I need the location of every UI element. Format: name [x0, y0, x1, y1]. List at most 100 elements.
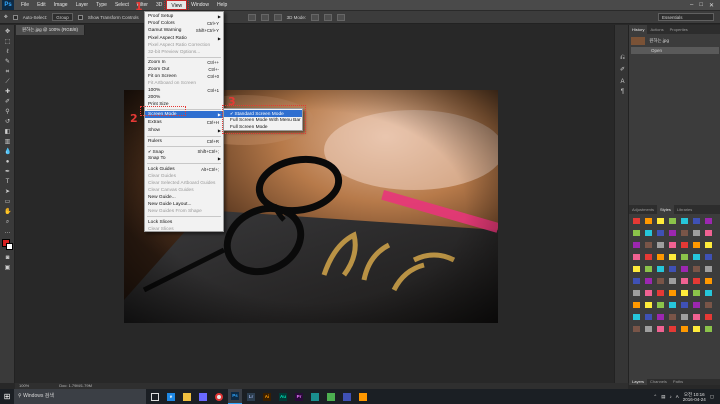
workspace-dropdown[interactable]: Essentials [658, 13, 714, 21]
style-swatch[interactable] [633, 326, 640, 332]
style-swatch[interactable] [657, 290, 664, 296]
view-menu-item-show[interactable]: Show ▶ [145, 127, 223, 134]
distribute-icon[interactable] [247, 13, 256, 21]
view-menu-item-fit-on-screen[interactable]: Fit on Screen Ctrl+0 [145, 73, 223, 80]
style-swatch[interactable] [657, 278, 664, 284]
view-menu-item-200[interactable]: 200% [145, 94, 223, 101]
view-menu-item-lock-slices[interactable]: Lock Slices [145, 219, 223, 226]
screen-mode-icon[interactable]: ▣ [4, 265, 11, 272]
illustrator-icon[interactable]: Ai [260, 389, 274, 404]
style-swatch[interactable] [633, 230, 640, 236]
view-menu-item-rulers[interactable]: Rulers Ctrl+R [145, 138, 223, 145]
menu-file[interactable]: File [17, 0, 33, 10]
tray-chevron-icon[interactable]: ⌃ [653, 394, 657, 400]
healing-brush-icon[interactable]: ✚ [4, 89, 11, 96]
style-swatch[interactable] [669, 242, 676, 248]
view-menu-item-lock-guides[interactable]: Lock Guides Alt+Ctrl+; [145, 166, 223, 173]
style-swatch[interactable] [681, 242, 688, 248]
style-swatch[interactable] [645, 242, 652, 248]
style-swatch[interactable] [657, 314, 664, 320]
style-swatch[interactable] [669, 290, 676, 296]
app-icon-green[interactable] [324, 389, 338, 404]
eyedropper-tool-icon[interactable]: ⟋ [4, 79, 11, 86]
style-swatch[interactable] [633, 254, 640, 260]
style-swatch[interactable] [633, 278, 640, 284]
audition-icon[interactable]: Au [276, 389, 290, 404]
taskbar-search-box[interactable]: ⚲ Windows 검색 [14, 389, 146, 404]
view-menu-item-extras[interactable]: Extras Ctrl+H [145, 119, 223, 126]
style-swatch[interactable] [681, 230, 688, 236]
style-swatch[interactable] [693, 314, 700, 320]
style-swatch[interactable] [669, 302, 676, 308]
menu-select[interactable]: Select [111, 0, 133, 10]
lasso-tool-icon[interactable]: ℓ [4, 49, 11, 56]
style-swatch[interactable] [681, 290, 688, 296]
style-swatch[interactable] [681, 266, 688, 272]
style-swatch[interactable] [669, 254, 676, 260]
close-button[interactable]: ✕ [709, 2, 714, 9]
tab-history[interactable]: History [629, 25, 648, 34]
menu-view[interactable]: View [164, 0, 190, 12]
style-swatch[interactable] [645, 326, 652, 332]
view-menu-item-100[interactable]: 100% Ctrl+1 [145, 87, 223, 94]
style-swatch[interactable] [693, 218, 700, 224]
view-menu-item-zoom-in[interactable]: Zoom In Ctrl++ [145, 59, 223, 66]
style-swatch[interactable] [693, 266, 700, 272]
blur-tool-icon[interactable]: 💧 [4, 149, 11, 156]
ime-icon[interactable]: A [676, 394, 679, 399]
style-swatch[interactable] [657, 242, 664, 248]
style-swatch[interactable] [633, 242, 640, 248]
view-menu-item-zoom-out[interactable]: Zoom Out Ctrl+- [145, 66, 223, 73]
clone-stamp-icon[interactable]: ⚲ [4, 109, 11, 116]
tab-styles[interactable]: Styles [657, 205, 674, 214]
style-swatch[interactable] [633, 302, 640, 308]
style-swatch[interactable] [669, 314, 676, 320]
style-swatch[interactable] [693, 278, 700, 284]
minimize-button[interactable]: – [690, 2, 693, 9]
brush-tool-icon[interactable]: ✐ [4, 99, 11, 106]
style-swatch[interactable] [645, 254, 652, 260]
3d-orbit-icon[interactable] [311, 13, 320, 21]
dodge-tool-icon[interactable]: ● [4, 159, 11, 166]
volume-icon[interactable]: ♪ [669, 394, 671, 399]
menu-layer[interactable]: Layer [72, 0, 93, 10]
tab-properties[interactable]: Properties [667, 25, 691, 34]
style-swatch[interactable] [669, 278, 676, 284]
style-swatch[interactable] [657, 230, 664, 236]
file-explorer-icon[interactable] [180, 389, 194, 404]
style-swatch[interactable] [657, 326, 664, 332]
view-menu-item-proof-setup[interactable]: Proof Setup ▶ [145, 13, 223, 20]
view-menu-item-pixel-aspect-ratio[interactable]: Pixel Aspect Ratio ▶ [145, 35, 223, 42]
style-swatch[interactable] [657, 254, 664, 260]
chrome-icon[interactable] [212, 389, 226, 404]
style-swatch[interactable] [681, 302, 688, 308]
eraser-tool-icon[interactable]: ◧ [4, 129, 11, 136]
tab-libraries[interactable]: Libraries [674, 205, 695, 214]
style-swatch[interactable] [705, 278, 712, 284]
style-swatch[interactable] [669, 326, 676, 332]
tab-paths[interactable]: Paths [670, 379, 686, 385]
style-swatch[interactable] [645, 314, 652, 320]
style-swatch[interactable] [681, 314, 688, 320]
premiere-icon[interactable]: Pr [292, 389, 306, 404]
distribute-center-icon[interactable] [260, 13, 269, 21]
maximize-button[interactable]: □ [699, 2, 703, 9]
paragraph-panel-icon[interactable]: ¶ [619, 89, 626, 96]
hand-tool-icon[interactable]: ✋ [4, 209, 11, 216]
path-select-icon[interactable]: ➤ [4, 189, 11, 196]
style-swatch[interactable] [657, 218, 664, 224]
view-menu-item-new-guide-layout[interactable]: New Guide Layout... [145, 201, 223, 208]
menu-window[interactable]: Window [187, 0, 213, 10]
menu-3d[interactable]: 3D [152, 0, 166, 10]
view-menu-item-proof-colors[interactable]: Proof Colors Ctrl+Y [145, 20, 223, 27]
style-swatch[interactable] [645, 218, 652, 224]
style-swatch[interactable] [681, 254, 688, 260]
view-menu-item-new-guide[interactable]: New Guide... [145, 194, 223, 201]
style-swatch[interactable] [681, 278, 688, 284]
3d-pan-icon[interactable] [324, 13, 333, 21]
history-step-open[interactable]: Open [631, 47, 719, 54]
background-color-swatch[interactable] [6, 243, 13, 250]
style-swatch[interactable] [693, 254, 700, 260]
photoshop-taskbar-icon[interactable]: Ps [228, 389, 242, 404]
style-swatch[interactable] [669, 218, 676, 224]
